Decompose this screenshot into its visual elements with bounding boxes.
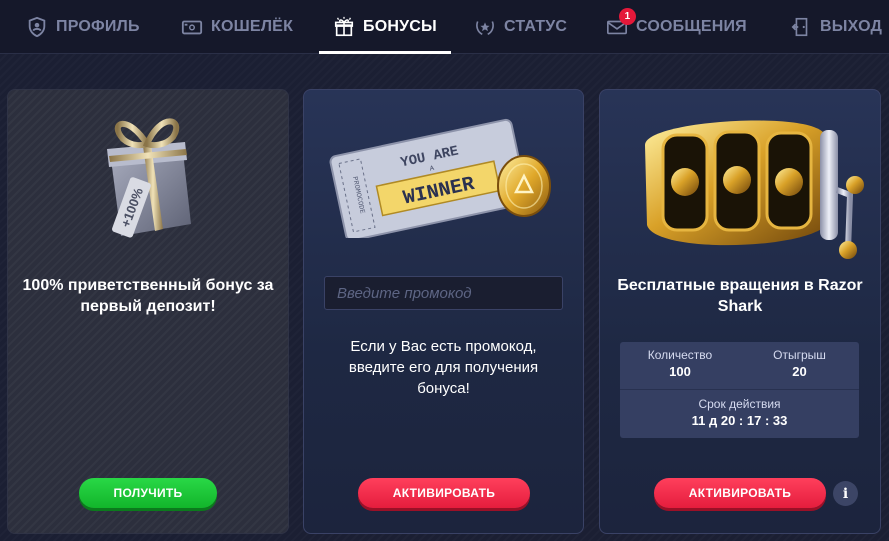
wallet-icon <box>181 20 203 35</box>
quantity-value: 100 <box>669 364 691 379</box>
gift-box-illustration: +100% <box>8 104 288 254</box>
activate-spins-button[interactable]: АКТИВИРОВАТЬ <box>654 478 826 508</box>
winner-ticket-illustration: PROMOCODE YOU ARE A WINNER <box>304 118 583 268</box>
exit-door-icon <box>791 17 808 37</box>
quantity-stat: Количество 100 <box>620 348 740 381</box>
promo-code-input[interactable] <box>324 276 563 310</box>
wager-value: 20 <box>792 364 807 379</box>
envelope-icon-wrap: 1 <box>606 8 636 38</box>
slot-machine-image <box>645 120 864 259</box>
gift-box-image: +100% <box>107 118 191 238</box>
promo-instructions: Если у Вас есть промокод, введите его дл… <box>348 338 539 397</box>
winner-ticket-image: PROMOCODE YOU ARE A WINNER <box>329 118 551 238</box>
nav-item-profile[interactable]: ПРОФИЛЬ <box>26 0 140 54</box>
stats-divider <box>620 389 859 390</box>
wager-stat: Отыгрыш 20 <box>740 348 859 381</box>
nav-item-label: КОШЕЛЁК <box>211 18 294 35</box>
nav-item-label: ВЫХОД <box>820 18 883 35</box>
gift-icon <box>334 16 354 37</box>
top-nav: ПРОФИЛЬ КОШЕЛЁК БОНУСЫ СТАТУС 1 СООБЩЕНИ… <box>0 0 889 54</box>
slot-machine-illustration <box>600 100 880 259</box>
nav-item-label: ПРОФИЛЬ <box>56 18 140 35</box>
info-icon[interactable]: i <box>833 481 858 506</box>
nav-item-status[interactable]: СТАТУС <box>474 0 567 54</box>
spins-stats-panel: Количество 100 Отыгрыш 20 Срок действия … <box>620 342 859 438</box>
validity-label: Срок действия <box>698 397 781 411</box>
free-spins-title: Бесплатные вращения в Razor Shark <box>617 277 863 315</box>
validity-stat: Срок действия 11 д 20 : 17 : 33 <box>620 397 859 430</box>
nav-item-label: СООБЩЕНИЯ <box>636 18 747 35</box>
claim-bonus-button[interactable]: ПОЛУЧИТЬ <box>79 478 217 508</box>
nav-item-messages[interactable]: 1 СООБЩЕНИЯ <box>606 0 747 54</box>
nav-item-bonuses[interactable]: БОНУСЫ <box>319 0 451 54</box>
welcome-bonus-title: 100% приветственный бонус за первый депо… <box>22 277 274 315</box>
nav-item-label: СТАТУС <box>504 18 568 35</box>
nav-item-logout[interactable]: ВЫХОД <box>790 0 882 54</box>
message-count-badge: 1 <box>619 8 636 25</box>
wager-label: Отыгрыш <box>773 348 826 362</box>
activate-promo-button[interactable]: АКТИВИРОВАТЬ <box>358 478 530 508</box>
shield-user-icon <box>28 16 46 38</box>
free-spins-card: Бесплатные вращения в Razor Shark Количе… <box>599 89 881 534</box>
welcome-bonus-card: +100% 100% приветственный бонус за первы… <box>7 89 289 534</box>
laurel-star-icon <box>476 21 494 36</box>
nav-item-label: БОНУСЫ <box>363 18 437 35</box>
nav-item-wallet[interactable]: КОШЕЛЁК <box>181 0 293 54</box>
validity-countdown: 11 д 20 : 17 : 33 <box>691 413 788 428</box>
promo-code-card: PROMOCODE YOU ARE A WINNER Если у Вас ес… <box>303 89 584 534</box>
quantity-label: Количество <box>647 348 713 362</box>
